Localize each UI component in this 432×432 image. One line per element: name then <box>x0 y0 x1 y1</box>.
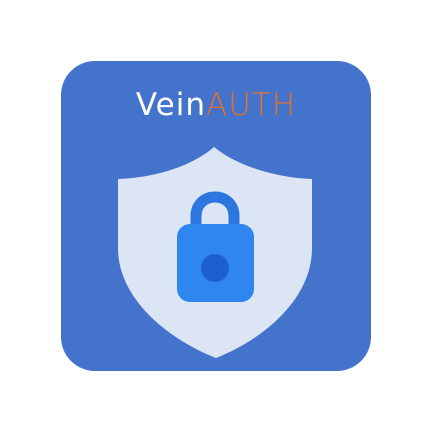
brand-name-part2: AUTH <box>205 87 297 123</box>
brand-name-part1: Vein <box>135 87 206 123</box>
brand-logo-text: VeinAUTH <box>0 87 432 123</box>
app-icon-canvas: VeinAUTH <box>0 0 432 432</box>
shield-icon <box>118 147 312 358</box>
